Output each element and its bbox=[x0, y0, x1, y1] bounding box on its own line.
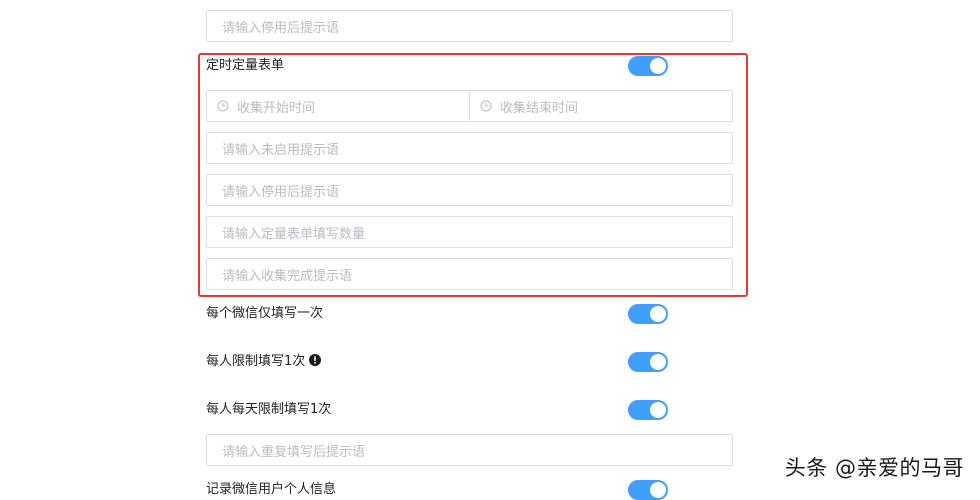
watermark-text: 头条 @亲爱的马哥 bbox=[784, 456, 964, 480]
info-icon[interactable] bbox=[309, 354, 322, 366]
start-time-picker[interactable]: 收集开始时间 bbox=[207, 91, 469, 121]
once-per-wechat-switch[interactable] bbox=[628, 304, 668, 324]
limit-once-row: 每人限制填写1次 bbox=[206, 354, 322, 370]
limit-once-switch[interactable] bbox=[628, 352, 668, 372]
not-enabled-message-input[interactable]: 请输入未启用提示语 bbox=[206, 132, 733, 164]
clock-icon bbox=[217, 100, 229, 112]
completion-message-input[interactable]: 请输入收集完成提示语 bbox=[206, 258, 733, 290]
end-time-placeholder: 收集结束时间 bbox=[500, 100, 579, 116]
switch-knob bbox=[650, 482, 666, 498]
clock-icon bbox=[480, 100, 492, 112]
switch-knob bbox=[650, 354, 666, 370]
switch-knob bbox=[650, 306, 666, 322]
end-time-picker[interactable]: 收集结束时间 bbox=[469, 91, 732, 121]
collection-date-range[interactable]: 收集开始时间 收集结束时间 bbox=[206, 90, 733, 122]
record-wechat-label: 记录微信用户个人信息 bbox=[206, 482, 337, 497]
daily-limit-switch[interactable] bbox=[628, 400, 668, 420]
stop-message-input[interactable]: 请输入停用后提示语 bbox=[206, 174, 733, 206]
timed-form-switch[interactable] bbox=[628, 56, 668, 76]
limit-once-label: 每人限制填写1次 bbox=[206, 354, 306, 369]
record-wechat-switch[interactable] bbox=[628, 480, 668, 500]
daily-limit-label: 每人每天限制填写1次 bbox=[206, 402, 332, 417]
switch-knob bbox=[650, 58, 666, 74]
switch-knob bbox=[650, 402, 666, 418]
quota-count-input[interactable]: 请输入定量表单填写数量 bbox=[206, 216, 733, 248]
repeat-message-input[interactable]: 请输入重复填写后提示语 bbox=[206, 434, 733, 466]
timed-form-label: 定时定量表单 bbox=[206, 58, 285, 73]
start-time-placeholder: 收集开始时间 bbox=[237, 100, 316, 116]
once-per-wechat-label: 每个微信仅填写一次 bbox=[206, 306, 324, 321]
stop-message-input-top[interactable]: 请输入停用后提示语 bbox=[206, 10, 733, 42]
